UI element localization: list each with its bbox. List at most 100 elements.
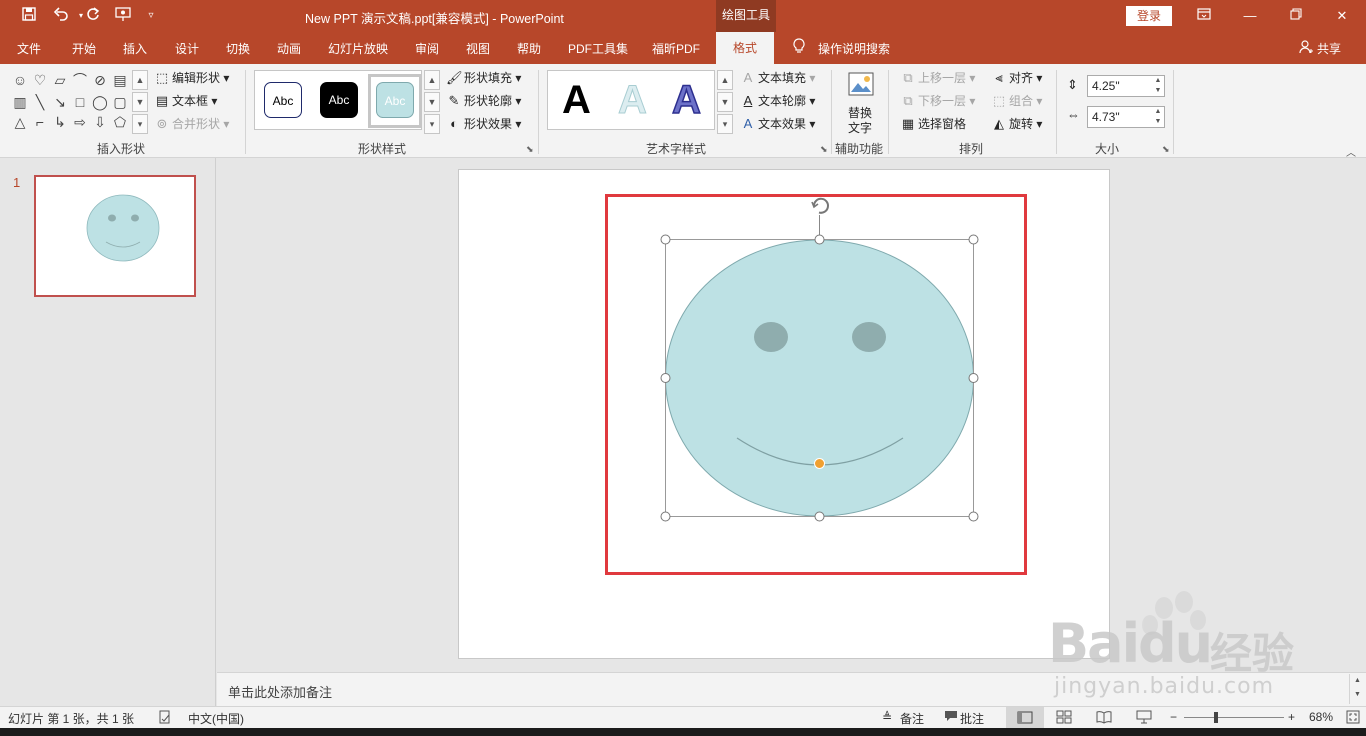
send-backward-button[interactable]: ⧉ 下移一层 ▾ <box>900 91 975 111</box>
heart-shape-icon[interactable]: ♡ <box>30 70 50 90</box>
text-effects-button[interactable]: A 文本效果 ▾ <box>740 114 816 134</box>
wordart-style-light[interactable]: A <box>618 77 648 123</box>
right-arrow-shape-icon[interactable]: ⇨ <box>70 112 90 132</box>
slide-thumbnail[interactable] <box>34 175 196 297</box>
tell-me-search[interactable]: 操作说明搜索 <box>818 40 890 57</box>
spellcheck-icon[interactable] <box>158 710 172 727</box>
language-status[interactable]: 中文(中国) <box>188 710 244 727</box>
styles-more-icon[interactable]: ▾ <box>424 114 440 134</box>
restore-icon[interactable] <box>1276 4 1316 28</box>
smiley-face-shape[interactable] <box>650 190 990 530</box>
down-arrow-shape-icon[interactable]: ⇩ <box>90 112 110 132</box>
wordart-scroll-down-icon[interactable]: ▼ <box>717 92 733 112</box>
tab-design[interactable]: 设计 <box>175 40 199 57</box>
minimize-icon[interactable]: — <box>1230 4 1270 28</box>
oval-shape-icon[interactable]: ◯ <box>90 92 110 112</box>
styles-scroll-up-icon[interactable]: ▲ <box>424 70 440 90</box>
notes-button[interactable]: 备注 <box>900 710 924 727</box>
comments-icon[interactable] <box>944 710 958 725</box>
arc-shape-icon[interactable]: ⌒ <box>70 70 90 90</box>
rotate-button[interactable]: ◭ 旋转 ▾ <box>991 114 1042 134</box>
tab-slideshow[interactable]: 幻灯片放映 <box>328 40 388 57</box>
notes-scrollbar[interactable]: ▲ ▼ <box>1349 674 1365 704</box>
resize-handle[interactable] <box>968 373 979 383</box>
zoom-in-icon[interactable]: + <box>1288 710 1295 724</box>
reading-view-icon[interactable] <box>1096 710 1112 727</box>
tab-foxit-pdf[interactable]: 福昕PDF <box>652 40 700 57</box>
login-button[interactable]: 登录 <box>1126 6 1172 26</box>
resize-handle[interactable] <box>968 511 979 522</box>
resize-handle[interactable] <box>814 511 825 522</box>
tab-pdf-tools[interactable]: PDF工具集 <box>568 40 628 57</box>
wordart-more-icon[interactable]: ▾ <box>717 114 733 134</box>
normal-view-icon[interactable] <box>1006 707 1044 728</box>
wordart-launcher-icon[interactable]: ⬊ <box>820 144 828 155</box>
textbox-shape-icon[interactable]: ▤ <box>110 70 130 90</box>
no-symbol-icon[interactable]: ⊘ <box>90 70 110 90</box>
shapes-scroll-down-icon[interactable]: ▼ <box>132 92 148 112</box>
fit-slide-icon[interactable] <box>1346 710 1360 727</box>
tab-animations[interactable]: 动画 <box>277 40 301 57</box>
comments-button[interactable]: 批注 <box>960 710 984 727</box>
align-button[interactable]: ⫷ 对齐 ▾ <box>991 68 1042 88</box>
shape-outline-button[interactable]: ✎ 形状轮廓 ▾ <box>446 91 522 111</box>
smiley-shape-icon[interactable]: ☺ <box>10 70 30 90</box>
resize-handle[interactable] <box>660 373 671 383</box>
shape-fill-button[interactable]: 🖌形状填充 ▾ <box>446 68 521 88</box>
share-icon[interactable] <box>1299 40 1313 57</box>
freeform-shape-icon[interactable]: ⬠ <box>110 112 130 132</box>
text-fill-button[interactable]: A 文本填充 ▾ <box>740 68 816 88</box>
tab-file[interactable]: 文件 <box>17 40 41 57</box>
ribbon-display-options-icon[interactable] <box>1184 4 1224 28</box>
resize-handle[interactable] <box>660 511 671 522</box>
wordart-style-black[interactable]: A <box>562 77 591 123</box>
shape-effects-button[interactable]: ◐ 形状效果 ▾ <box>446 114 521 134</box>
tab-insert[interactable]: 插入 <box>123 40 147 57</box>
slide-sorter-icon[interactable] <box>1056 710 1072 727</box>
line-shape-icon[interactable]: ╲ <box>30 92 50 112</box>
notes-pane[interactable]: 单击此处添加备注 <box>217 672 1366 706</box>
selection-pane-button[interactable]: ▦ 选择窗格 <box>900 114 966 134</box>
alt-text-label-2[interactable]: 文字 <box>848 119 872 136</box>
shape-style-white[interactable]: Abc <box>264 82 302 118</box>
tab-transitions[interactable]: 切换 <box>226 40 250 57</box>
text-outline-button[interactable]: A 文本轮廓 ▾ <box>740 91 816 111</box>
shapes-more-icon[interactable]: ▾ <box>132 114 148 134</box>
merge-shapes-button[interactable]: ⊚ 合并形状 ▾ <box>154 114 230 134</box>
present-from-start-icon[interactable] <box>112 6 134 26</box>
resize-handle[interactable] <box>968 234 979 245</box>
shape-width-field[interactable]: 4.73" ▲ ▼ <box>1087 106 1165 128</box>
shape-styles-launcher-icon[interactable]: ⬊ <box>526 144 534 155</box>
tab-help[interactable]: 帮助 <box>517 40 541 57</box>
zoom-slider-thumb[interactable] <box>1214 712 1218 723</box>
notes-placeholder[interactable]: 单击此处添加备注 <box>228 682 332 701</box>
styles-scroll-down-icon[interactable]: ▼ <box>424 92 440 112</box>
resize-handle[interactable] <box>660 234 671 245</box>
customize-toolbar-icon[interactable]: ▿ <box>140 6 162 26</box>
wordart-scroll-up-icon[interactable]: ▲ <box>717 70 733 90</box>
shapes-scroll-up-icon[interactable]: ▲ <box>132 70 148 90</box>
zoom-out-icon[interactable]: − <box>1170 710 1177 724</box>
save-icon[interactable] <box>18 6 40 26</box>
adjust-handle[interactable] <box>814 458 825 469</box>
zoom-slider-track[interactable] <box>1184 717 1284 718</box>
size-launcher-icon[interactable]: ⬊ <box>1162 144 1170 155</box>
edit-shape-button[interactable]: ⬚ 编辑形状 ▾ <box>154 68 230 88</box>
elbow-arrow-icon[interactable]: ↳ <box>50 112 70 132</box>
collapse-ribbon-icon[interactable]: ︿ <box>1346 144 1356 159</box>
rotate-handle[interactable] <box>811 197 829 214</box>
tab-format[interactable]: 格式 <box>716 32 774 64</box>
alt-text-icon[interactable] <box>847 70 875 98</box>
shape-style-light-teal[interactable]: Abc <box>376 82 414 118</box>
group-button[interactable]: ⬚ 组合 ▾ <box>991 91 1043 111</box>
tab-review[interactable]: 审阅 <box>415 40 439 57</box>
tab-view[interactable]: 视图 <box>466 40 490 57</box>
zoom-level[interactable]: 68% <box>1309 710 1333 724</box>
height-spinner-icon[interactable]: ▲ ▼ <box>1152 76 1164 96</box>
arrow-line-icon[interactable]: ↘ <box>50 92 70 112</box>
resize-handle[interactable] <box>814 234 825 245</box>
notes-icon[interactable]: ≜ <box>882 710 892 724</box>
redo-icon[interactable] <box>82 6 104 26</box>
triangle-shape-icon[interactable]: △ <box>10 112 30 132</box>
slideshow-view-icon[interactable] <box>1136 710 1152 727</box>
